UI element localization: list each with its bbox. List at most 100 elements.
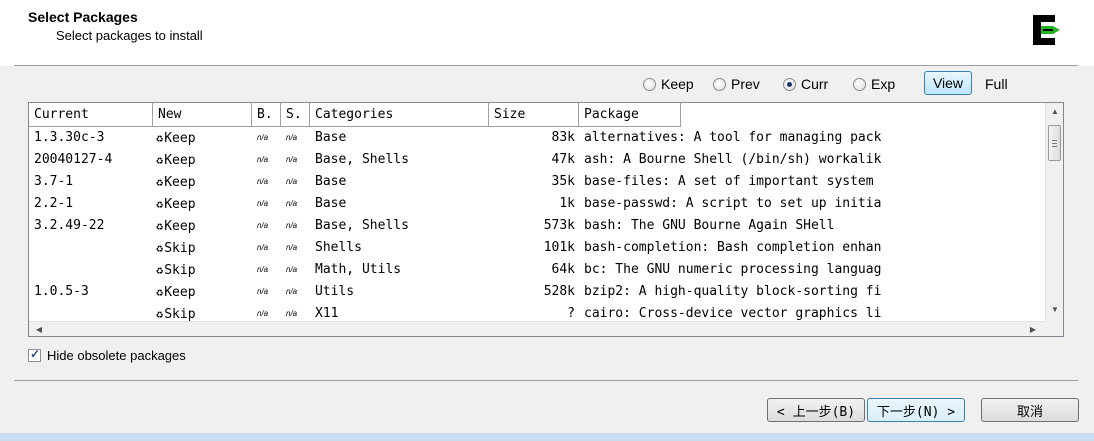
radio-keep[interactable]: Keep xyxy=(643,74,694,94)
table-row[interactable]: 3.7-1 ♻Keep n/a n/a Base 35k base-files:… xyxy=(29,171,1045,193)
column-header-size[interactable]: Size xyxy=(489,103,579,127)
table-row[interactable]: ♻Skip n/a n/a X11 ? cairo: Cross-device … xyxy=(29,303,1045,321)
cell-binary[interactable]: n/a xyxy=(257,237,277,259)
vertical-scrollbar[interactable]: ▲ ▼ xyxy=(1045,103,1063,321)
column-header-new[interactable]: New xyxy=(153,103,252,127)
cell-binary[interactable]: n/a xyxy=(257,127,277,149)
scroll-right-arrow-icon[interactable]: ▶ xyxy=(1025,322,1041,336)
vertical-scroll-thumb[interactable] xyxy=(1048,125,1061,161)
cell-new-label: Keep xyxy=(164,153,196,168)
cell-new-action[interactable]: ♻Keep xyxy=(156,215,246,237)
cell-new-action[interactable]: ♻Keep xyxy=(156,281,246,303)
cell-source[interactable]: n/a xyxy=(286,149,306,171)
next-button[interactable]: 下一步(N) > xyxy=(867,398,965,422)
table-row[interactable]: 2.2-1 ♻Keep n/a n/a Base 1k base-passwd:… xyxy=(29,193,1045,215)
radio-exp-label: Exp xyxy=(871,76,896,92)
cell-new-action[interactable]: ♻Keep xyxy=(156,149,246,171)
scroll-left-arrow-icon[interactable]: ◀ xyxy=(31,322,47,336)
cell-current: 3.2.49-22 xyxy=(34,218,105,233)
cell-categories: Math, Utils xyxy=(315,262,402,277)
cell-package: cairo: Cross-device vector graphics li xyxy=(584,306,882,321)
hide-obsolete-label[interactable]: Hide obsolete packages xyxy=(47,348,186,363)
column-header-current[interactable]: Current xyxy=(29,103,153,127)
radio-curr[interactable]: Curr xyxy=(783,74,828,94)
view-button[interactable]: View xyxy=(924,71,972,95)
cell-binary[interactable]: n/a xyxy=(257,149,277,171)
cell-binary[interactable]: n/a xyxy=(257,259,277,281)
radio-prev-label: Prev xyxy=(731,76,760,92)
scroll-up-arrow-icon[interactable]: ▲ xyxy=(1046,103,1063,120)
cell-current xyxy=(34,237,149,259)
table-row[interactable]: ♻Skip n/a n/a Math, Utils 64k bc: The GN… xyxy=(29,259,1045,281)
cell-new-action[interactable]: ♻Skip xyxy=(156,259,246,281)
cell-size: 64k xyxy=(551,262,575,277)
cell-current: 1.3.30c-3 xyxy=(34,130,105,145)
cell-size: 1k xyxy=(559,196,575,211)
radio-exp-indicator xyxy=(853,77,866,91)
cell-package: alternatives: A tool for managing pack xyxy=(584,130,882,145)
column-header-b[interactable]: B. xyxy=(252,103,281,127)
cell-source[interactable]: n/a xyxy=(286,281,306,303)
radio-prev[interactable]: Prev xyxy=(713,74,760,94)
cell-size: ? xyxy=(567,306,575,321)
radio-prev-indicator xyxy=(713,77,726,91)
cell-binary[interactable]: n/a xyxy=(257,215,277,237)
cell-new-action[interactable]: ♻Keep xyxy=(156,127,246,149)
page-subtitle: Select packages to install xyxy=(56,28,203,43)
table-row[interactable]: 20040127-4 ♻Keep n/a n/a Base, Shells 47… xyxy=(29,149,1045,171)
cell-binary[interactable]: n/a xyxy=(257,303,277,321)
column-header-s[interactable]: S. xyxy=(281,103,310,127)
cell-binary[interactable]: n/a xyxy=(257,193,277,215)
list-header: Current New B. S. Categories Size Packag… xyxy=(29,103,681,127)
cell-package: bash-completion: Bash completion enhan xyxy=(584,240,882,255)
package-list[interactable]: Current New B. S. Categories Size Packag… xyxy=(28,102,1064,337)
cell-new-label: Keep xyxy=(164,219,196,234)
cell-new-action[interactable]: ♻Keep xyxy=(156,193,246,215)
table-row[interactable]: 1.3.30c-3 ♻Keep n/a n/a Base 83k alterna… xyxy=(29,127,1045,149)
cell-source[interactable]: n/a xyxy=(286,237,306,259)
table-row[interactable]: 1.0.5-3 ♻Keep n/a n/a Utils 528k bzip2: … xyxy=(29,281,1045,303)
cell-source[interactable]: n/a xyxy=(286,259,306,281)
cell-source[interactable]: n/a xyxy=(286,303,306,321)
cell-new-action[interactable]: ♻Skip xyxy=(156,237,246,259)
column-header-categories[interactable]: Categories xyxy=(310,103,489,127)
cell-categories: X11 xyxy=(315,306,339,321)
cycle-icon: ♻ xyxy=(156,197,164,211)
cygwin-logo-icon xyxy=(1027,12,1063,48)
cancel-button[interactable]: 取消 xyxy=(981,398,1079,422)
cell-size: 35k xyxy=(551,174,575,189)
wizard-header: Select Packages Select packages to insta… xyxy=(0,0,1094,66)
cell-categories: Base xyxy=(315,174,347,189)
cell-source[interactable]: n/a xyxy=(286,215,306,237)
cell-current: 20040127-4 xyxy=(34,152,113,167)
cell-package: bzip2: A high-quality block-sorting fi xyxy=(584,284,882,299)
cell-new-label: Keep xyxy=(164,285,196,300)
cycle-icon: ♻ xyxy=(156,131,164,145)
cell-source[interactable]: n/a xyxy=(286,127,306,149)
view-mode-label: Full xyxy=(985,76,1008,92)
cell-new-action[interactable]: ♻Keep xyxy=(156,171,246,193)
cell-new-action[interactable]: ♻Skip xyxy=(156,303,246,321)
cell-size: 101k xyxy=(543,240,575,255)
table-row[interactable]: ♻Skip n/a n/a Shells 101k bash-completio… xyxy=(29,237,1045,259)
table-row[interactable]: 3.2.49-22 ♻Keep n/a n/a Base, Shells 573… xyxy=(29,215,1045,237)
cell-binary[interactable]: n/a xyxy=(257,171,277,193)
cell-source[interactable]: n/a xyxy=(286,193,306,215)
radio-curr-indicator xyxy=(783,77,796,91)
cell-size: 83k xyxy=(551,130,575,145)
cell-current: 2.2-1 xyxy=(34,196,74,211)
grip-line xyxy=(1052,146,1057,147)
hide-obsolete-option[interactable]: ✓ Hide obsolete packages xyxy=(28,347,186,363)
hide-obsolete-checkbox[interactable]: ✓ xyxy=(28,347,41,362)
back-button[interactable]: < 上一步(B) xyxy=(767,398,865,422)
scroll-down-arrow-icon[interactable]: ▼ xyxy=(1046,301,1063,318)
horizontal-scrollbar[interactable]: ◀ ▶ xyxy=(29,321,1045,336)
cycle-icon: ♻ xyxy=(156,285,164,299)
cell-source[interactable]: n/a xyxy=(286,171,306,193)
cell-package: ash: A Bourne Shell (/bin/sh) workalik xyxy=(584,152,882,167)
radio-exp[interactable]: Exp xyxy=(853,74,895,94)
cell-categories: Base xyxy=(315,196,347,211)
cell-binary[interactable]: n/a xyxy=(257,281,277,303)
column-header-package[interactable]: Package xyxy=(579,103,681,127)
cell-new-label: Keep xyxy=(164,197,196,212)
